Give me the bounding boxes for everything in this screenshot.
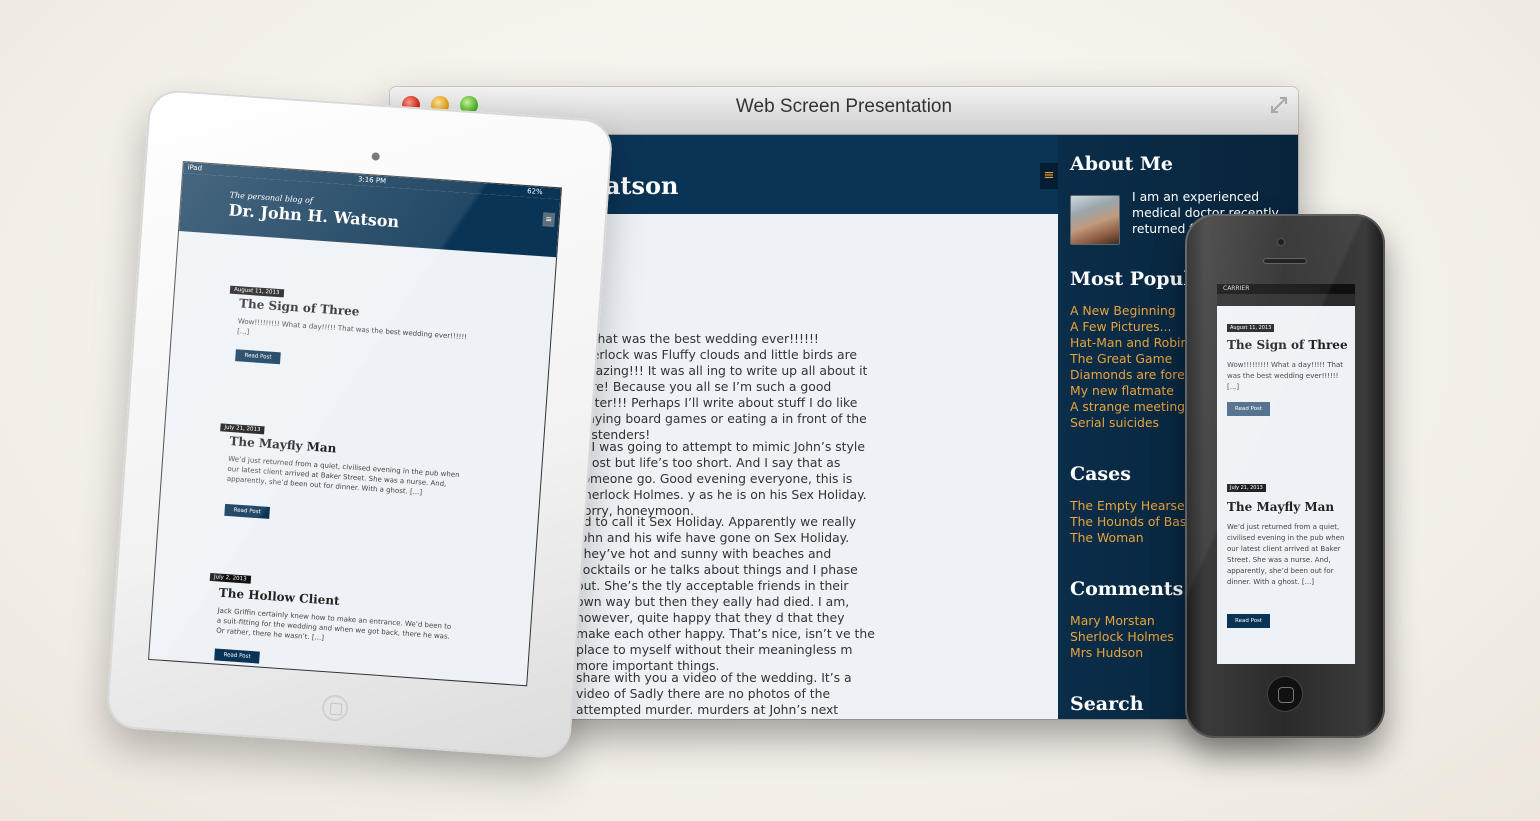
- commenter-link[interactable]: Mary Morstan: [1070, 613, 1174, 629]
- post-paragraph: e. I was going to attempt to mimic John’…: [576, 439, 867, 518]
- search-heading: Search: [1070, 693, 1144, 715]
- speaker-icon: [1263, 258, 1307, 264]
- status-carrier: CARRIER: [1223, 285, 1250, 292]
- post-date-badge: August 11, 2013: [1227, 324, 1275, 332]
- home-button-icon[interactable]: [1267, 676, 1303, 712]
- camera-icon: [1277, 238, 1285, 246]
- read-post-button[interactable]: Read Post: [1227, 614, 1271, 628]
- iphone-navbar: [1217, 294, 1355, 306]
- menu-icon[interactable]: ≡: [542, 212, 556, 228]
- post-date-badge: July 21, 2013: [1227, 484, 1266, 492]
- post-date-badge: August 11, 2013: [229, 285, 284, 298]
- post-date-badge: July 2, 2013: [209, 572, 251, 584]
- commenter-link[interactable]: Mrs Hudson: [1070, 645, 1174, 661]
- header-title: Dr. John H. Watson: [227, 200, 400, 232]
- iphone-screen: CARRIER August 11, 2013 The Sign of Thre…: [1217, 284, 1355, 664]
- ipad-screen: iPad 3:16 PM 62% The personal blog of Dr…: [148, 161, 562, 687]
- post-date-badge: July 21, 2013: [220, 423, 265, 435]
- post-title[interactable]: The Sign of Three: [1227, 338, 1348, 352]
- post-title[interactable]: The Sign of Three: [239, 296, 360, 318]
- home-button-icon[interactable]: [321, 694, 350, 722]
- post-paragraph: ed to call it Sex Holiday. Apparently we…: [576, 514, 875, 673]
- iphone-status-bar: CARRIER: [1217, 284, 1355, 294]
- avatar: [1070, 195, 1120, 245]
- post-excerpt: Jack Griffin certainly knew how to make …: [215, 606, 452, 643]
- read-post-button[interactable]: Read Post: [1227, 402, 1271, 416]
- read-post-button[interactable]: Read Post: [214, 648, 260, 664]
- post-paragraph: share with you a video of the wedding. I…: [576, 670, 852, 719]
- post-title[interactable]: The Hollow Client: [218, 586, 340, 608]
- comments-list: Mary Morstan Sherlock Holmes Mrs Hudson: [1070, 613, 1174, 661]
- iphone-device: CARRIER August 11, 2013 The Sign of Thre…: [1185, 214, 1385, 738]
- ipad-device: iPad 3:16 PM 62% The personal blog of Dr…: [105, 88, 614, 760]
- about-heading: About Me: [1070, 153, 1174, 175]
- post-title[interactable]: The Mayfly Man: [1227, 500, 1334, 514]
- post-excerpt: Wow!!!!!!!!! What a day!!!!! That was th…: [1227, 361, 1344, 391]
- camera-icon: [371, 152, 380, 161]
- cases-heading: Cases: [1070, 463, 1131, 485]
- read-post-button[interactable]: Read Post: [224, 503, 271, 519]
- post-title[interactable]: The Mayfly Man: [229, 434, 337, 455]
- post-excerpt: We’d just returned from a quiet, civilis…: [226, 454, 460, 497]
- post-excerpt: Wow!!!!!!!!! What a day!!!!! That was th…: [236, 317, 468, 342]
- read-post-button[interactable]: Read Post: [235, 349, 281, 365]
- commenter-link[interactable]: Sherlock Holmes: [1070, 629, 1174, 645]
- post-excerpt: We’d just returned from a quiet, civilis…: [1227, 523, 1345, 586]
- menu-icon[interactable]: ≡: [1040, 163, 1058, 189]
- post-paragraph: !! That was the best wedding ever!!!!!! …: [576, 331, 868, 442]
- expand-icon[interactable]: [1268, 94, 1290, 116]
